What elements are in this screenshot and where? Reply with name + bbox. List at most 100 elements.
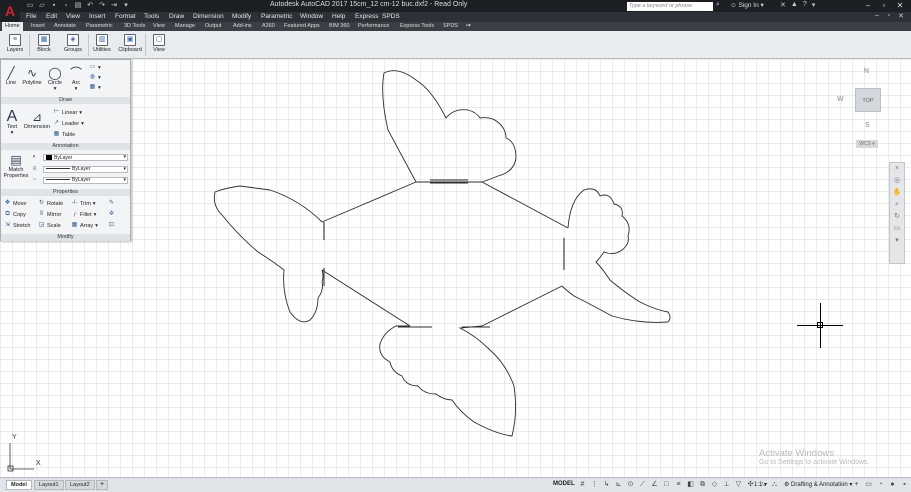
fillet-tool[interactable]: ╭ Fillet ▾ <box>71 211 97 218</box>
a360-icon[interactable]: ▲ <box>791 1 798 9</box>
stretch-tool[interactable]: ⇲ Stretch <box>4 222 30 229</box>
viewcube-west[interactable]: W <box>837 96 844 103</box>
lock-ui-icon[interactable]: ◔ <box>876 480 885 490</box>
rotate-tool[interactable]: ↻ Rotate <box>38 200 63 207</box>
color-combo[interactable]: ByLayer ▾ <box>43 154 128 161</box>
mirror-tool[interactable]: ⫴ Mirror <box>38 211 61 218</box>
customize-qat-icon[interactable]: ▾ <box>122 1 130 10</box>
linetype-combo[interactable]: ByLayer ▾ <box>43 177 128 184</box>
osnap-toggle-icon[interactable]: □ <box>662 480 671 490</box>
selection-cycling-icon[interactable]: ⧉ <box>698 480 707 490</box>
tab-view[interactable]: View <box>153 23 165 29</box>
offset-tool[interactable]: ⊡ <box>108 222 115 229</box>
search-input[interactable]: Type a keyword or phrase <box>627 2 713 11</box>
workspace-switch[interactable]: ⚙ Drafting & Annotation ▾ <box>784 481 852 488</box>
model-space-button[interactable]: MODEL <box>553 481 575 487</box>
maximize-button[interactable]: ▫ <box>876 0 892 11</box>
isolate-objects-icon[interactable]: ● <box>888 480 897 490</box>
arc-tool[interactable]: ⌒ Arc ▾ <box>68 66 84 92</box>
help-dropdown-icon[interactable]: ▾ <box>812 1 816 9</box>
navbar-menu-icon[interactable]: ▾ <box>890 235 904 247</box>
share-icon[interactable]: ⇥ <box>110 1 118 10</box>
table-tool[interactable]: ▦ Table <box>53 131 76 138</box>
tab-featured-apps[interactable]: Featured Apps <box>284 23 320 29</box>
menu-spds[interactable]: SPDS <box>382 13 400 20</box>
table-draw-tool[interactable]: ▦ ▾ <box>89 84 101 91</box>
clipboard-button[interactable]: ▣ Clipboard <box>117 33 143 59</box>
showmotion-icon[interactable]: ▭ <box>890 223 904 235</box>
line-tool[interactable]: ╱ Line <box>3 66 19 86</box>
doc-close-button[interactable]: ✕ <box>895 12 907 20</box>
3d-osnap-icon[interactable]: ◇ <box>710 480 719 490</box>
text-dropdown-icon[interactable]: ▾ <box>3 130 21 136</box>
copy-tool[interactable]: ⧉ Copy <box>4 211 26 218</box>
tab-add-ins[interactable]: Add-ins <box>233 23 252 29</box>
osnap-tracking-icon[interactable]: ∠ <box>650 480 659 490</box>
orbit-icon[interactable]: ↻ <box>890 211 904 223</box>
dimension-tool[interactable]: ⊿ Dimension <box>23 110 51 130</box>
annotation-panel-title[interactable]: Annotation <box>1 143 130 150</box>
arc-dropdown-icon[interactable]: ▾ <box>68 86 84 92</box>
plot-icon[interactable]: ▤ <box>74 1 82 10</box>
navbar-close-icon[interactable]: × <box>890 163 904 175</box>
tab-3d-tools[interactable]: 3D Tools <box>124 23 145 29</box>
search-icon[interactable]: ⌕ <box>716 1 720 9</box>
tab-home[interactable]: Home <box>2 22 23 31</box>
tab-layout2[interactable]: Layout2 <box>65 480 95 490</box>
ortho-toggle-icon[interactable]: ⊾ <box>614 480 623 490</box>
hatch-tool[interactable]: ◍ ▾ <box>89 74 101 81</box>
circle-dropdown-icon[interactable]: ▾ <box>46 86 64 92</box>
tab-performance[interactable]: Performance <box>358 23 390 29</box>
snap-toggle-icon[interactable]: ⋮ <box>590 480 599 490</box>
auto-scale-icon[interactable]: ⛬ <box>770 480 779 490</box>
open-file-icon[interactable]: ▱ <box>38 1 46 10</box>
ribbon-options-icon[interactable]: ▪▾ <box>466 23 471 29</box>
wcs-dropdown[interactable]: WCS ▾ <box>856 140 878 148</box>
menu-help[interactable]: Help <box>332 13 345 20</box>
rectangle-tool[interactable]: ▭ ▾ <box>89 64 101 71</box>
leader-tool[interactable]: ↗ Leader ▾ <box>53 120 84 127</box>
circle-tool[interactable]: ◯ Circle ▾ <box>46 66 64 92</box>
annotation-scale[interactable]: 1:1 ▾ <box>754 481 767 488</box>
selection-filter-icon[interactable]: ▽ <box>734 480 743 490</box>
utilities-button[interactable]: ▥ Utilities <box>89 33 115 59</box>
units-icon[interactable]: + <box>852 480 861 490</box>
menu-format[interactable]: Format <box>115 13 136 20</box>
zoom-icon[interactable]: ⌕ <box>890 199 904 211</box>
add-layout-button[interactable]: + <box>96 480 109 490</box>
modify-panel-title[interactable]: Modify <box>1 234 130 241</box>
tab-insert[interactable]: Insert <box>31 23 45 29</box>
dynamic-ucs-icon[interactable]: ⊥ <box>722 480 731 490</box>
tab-layout1[interactable]: Layout1 <box>34 480 64 490</box>
infer-toggle-icon[interactable]: ↳ <box>602 480 611 490</box>
sign-in-button[interactable]: ☺ Sign In ▾ <box>730 1 764 9</box>
menu-window[interactable]: Window <box>300 13 323 20</box>
menu-insert[interactable]: Insert <box>89 13 105 20</box>
exchange-icon[interactable]: ✕ <box>780 1 786 9</box>
menu-express[interactable]: Express <box>355 13 378 20</box>
help-icon[interactable]: ? <box>803 1 807 9</box>
isodraft-toggle-icon[interactable]: ⟋ <box>638 480 647 490</box>
menu-edit[interactable]: Edit <box>46 13 57 20</box>
undo-icon[interactable]: ↶ <box>86 1 94 10</box>
menu-modify[interactable]: Modify <box>232 13 251 20</box>
scale-tool[interactable]: ◲ Scale <box>38 222 61 229</box>
draw-panel-title[interactable]: Draw <box>1 97 130 104</box>
array-tool[interactable]: ▦ Array ▾ <box>71 222 98 229</box>
tab-model[interactable]: Model <box>6 480 32 490</box>
viewcube-top[interactable]: TOP <box>855 88 881 112</box>
tab-spds[interactable]: SPDS <box>443 23 458 29</box>
grid-toggle-icon[interactable]: # <box>578 480 587 490</box>
menu-file[interactable]: File <box>26 13 36 20</box>
drawing-canvas[interactable] <box>0 59 911 477</box>
move-tool[interactable]: ✥ Move <box>4 200 26 207</box>
close-button[interactable]: ✕ <box>892 0 908 11</box>
menu-draw[interactable]: Draw <box>169 13 184 20</box>
trim-tool[interactable]: -/- Trim ▾ <box>71 200 96 207</box>
tab-annotate[interactable]: Annotate <box>54 23 76 29</box>
explode-tool[interactable]: ✲ <box>108 211 115 218</box>
layers-button[interactable]: ≡ Layers <box>2 33 28 59</box>
tab-parametric[interactable]: Parametric <box>86 23 113 29</box>
lineweight-combo[interactable]: ByLayer ▾ <box>43 166 128 173</box>
menu-view[interactable]: View <box>66 13 80 20</box>
